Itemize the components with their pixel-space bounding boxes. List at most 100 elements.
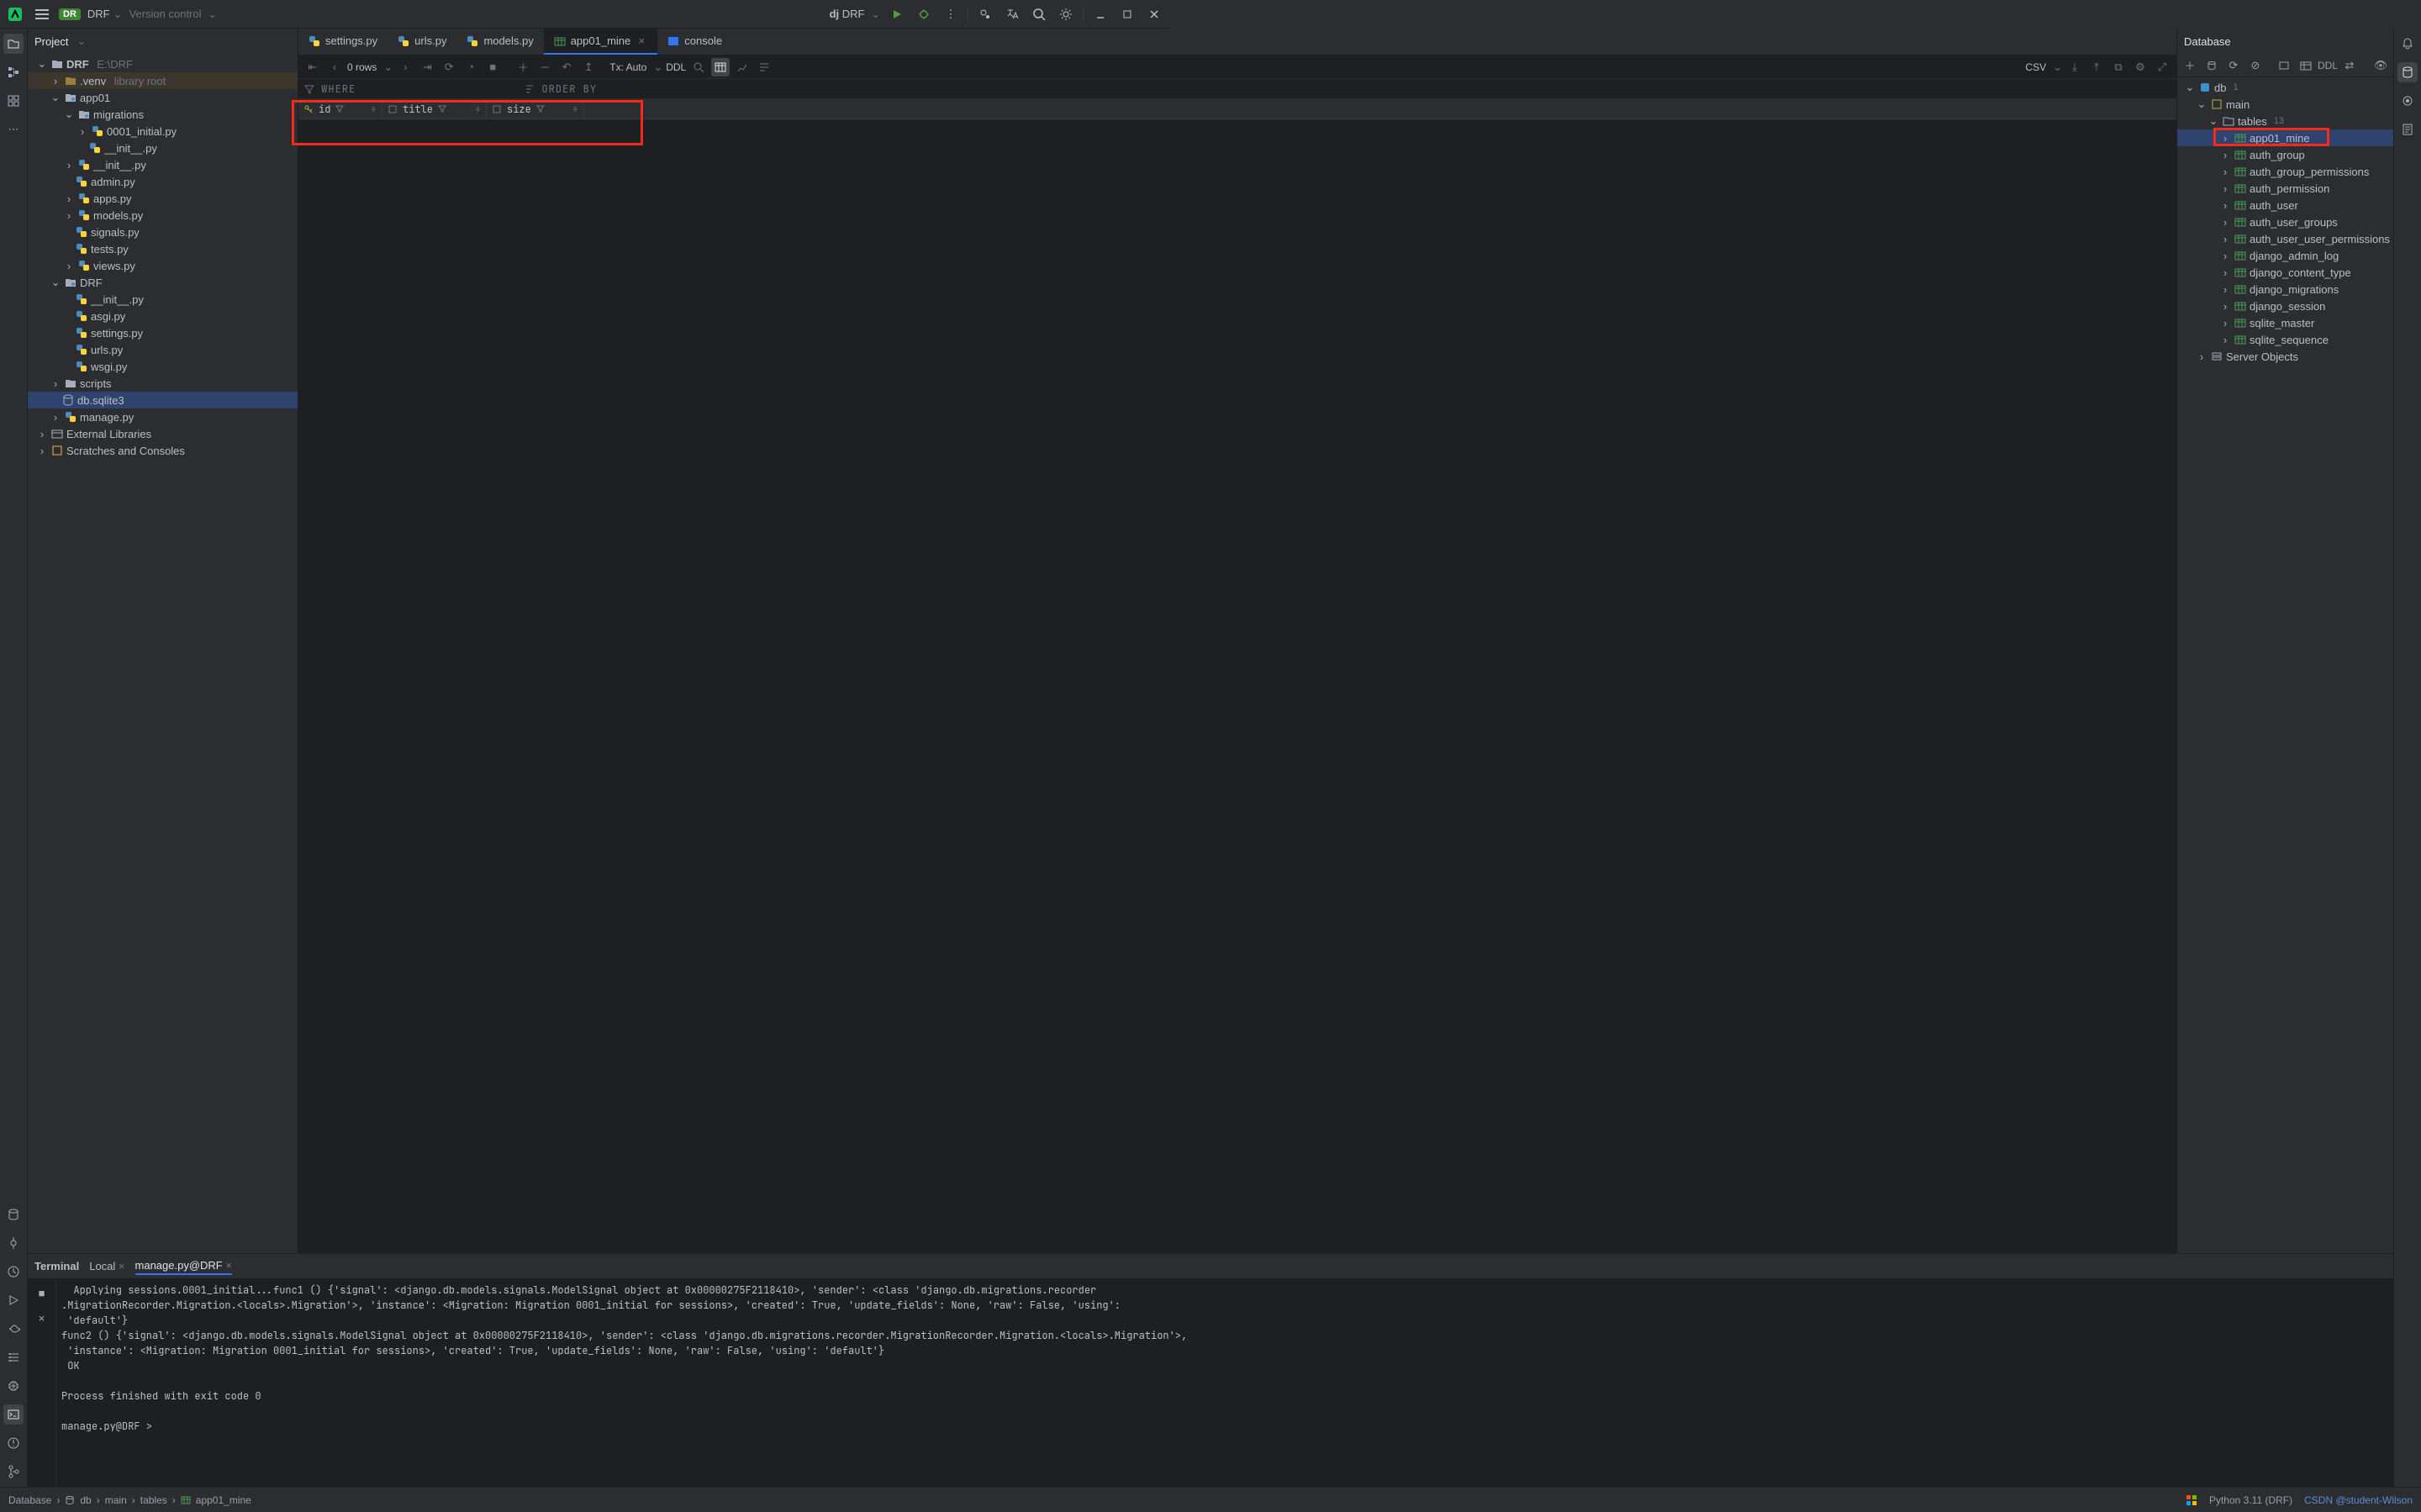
tree-file[interactable]: asgi.py (28, 308, 298, 324)
interpreter-widget[interactable]: Python 3.11 (DRF) (2209, 1494, 2292, 1506)
db-table[interactable]: ›auth_group (2177, 146, 2393, 163)
tree-file[interactable]: tests.py (28, 240, 298, 257)
project-badge[interactable]: DR (59, 8, 81, 20)
db-table[interactable]: ›sqlite_sequence (2177, 331, 2393, 348)
db-table[interactable]: ›auth_user_groups (2177, 213, 2393, 230)
run-config[interactable]: dj DRF ⌄ (830, 8, 880, 21)
more-tools-icon[interactable]: ⋯ (3, 119, 24, 140)
find-icon[interactable] (689, 58, 708, 76)
tree-file[interactable]: settings.py (28, 324, 298, 341)
expand-icon[interactable]: ⤢ (2153, 58, 2171, 76)
tree-file[interactable]: admin.py (28, 173, 298, 190)
add-datasource-icon[interactable]: ＋ (2181, 56, 2199, 75)
main-menu-icon[interactable] (32, 4, 52, 24)
col-size[interactable]: size ÷ (487, 99, 584, 119)
breadcrumb[interactable]: Database› db› main› tables› app01_mine (8, 1494, 251, 1506)
tree-file[interactable]: ›views.py (28, 257, 298, 274)
stop-db-icon[interactable]: ⊘ (2246, 56, 2265, 75)
db-table-app01-mine[interactable]: ›app01_mine (2177, 129, 2393, 146)
stop-icon[interactable]: ■ (483, 58, 502, 76)
tab-models[interactable]: models.py (456, 29, 543, 55)
db-table[interactable]: ›sqlite_master (2177, 314, 2393, 331)
run-icon[interactable] (887, 4, 907, 24)
close-terminal-icon[interactable]: × (32, 1308, 52, 1328)
settings-icon[interactable]: ⚙ (2131, 58, 2149, 76)
close-window-icon[interactable] (1144, 4, 1164, 24)
add-row-icon[interactable]: ＋ (514, 58, 532, 76)
refresh-icon[interactable]: ⟳ (2224, 56, 2243, 75)
tree-scratches[interactable]: ›Scratches and Consoles (28, 442, 298, 459)
endpoints-tool-icon[interactable] (3, 1376, 24, 1396)
close-icon[interactable]: × (636, 35, 647, 47)
python-console-icon[interactable] (3, 1319, 24, 1339)
db-server-objects[interactable]: ›Server Objects (2177, 348, 2393, 365)
sciview-icon[interactable] (2397, 91, 2418, 111)
project-tool-icon[interactable] (3, 34, 24, 54)
tree-file[interactable]: ›0001_initial.py (28, 123, 298, 140)
vcs-widget[interactable]: Version control ⌄ (129, 8, 218, 21)
settings-icon[interactable] (1056, 4, 1076, 24)
bookmarks-tool-icon[interactable] (3, 91, 24, 111)
col-id[interactable]: id ÷ (298, 99, 382, 119)
terminal-tool-icon[interactable] (3, 1404, 24, 1425)
delete-row-icon[interactable]: － (535, 58, 554, 76)
maximize-icon[interactable] (1117, 4, 1137, 24)
filter-db-icon[interactable]: ⇄ (2340, 56, 2359, 75)
tree-scripts[interactable]: ›scripts (28, 375, 298, 392)
search-icon[interactable] (1029, 4, 1049, 24)
tree-migrations[interactable]: ⌄migrations (28, 106, 298, 123)
data-grid-body[interactable] (298, 119, 2176, 1253)
export-icon[interactable]: ⤒ (2087, 58, 2106, 76)
db-table[interactable]: ›auth_group_permissions (2177, 163, 2393, 180)
jump-to-console-icon[interactable] (2275, 56, 2293, 75)
copy-icon[interactable]: ⧉ (2109, 58, 2128, 76)
tab-console[interactable]: console (657, 29, 732, 55)
db-tables-folder[interactable]: ⌄tables13 (2177, 113, 2393, 129)
tree-root[interactable]: ⌄DRF E:\DRF (28, 55, 298, 72)
revert-icon[interactable]: ↶ (557, 58, 576, 76)
tree-app01[interactable]: ⌄app01 (28, 89, 298, 106)
import-icon[interactable]: ⤓ (2065, 58, 2084, 76)
db-table[interactable]: ›auth_permission (2177, 180, 2393, 197)
db-table[interactable]: ›django_migrations (2177, 281, 2393, 298)
tree-venv[interactable]: ›.venv library root (28, 72, 298, 89)
db-ddl-button[interactable]: DDL (2318, 56, 2337, 75)
col-title[interactable]: title ÷ (382, 99, 487, 119)
tab-settings[interactable]: settings.py (298, 29, 388, 55)
table-view-icon[interactable] (711, 58, 730, 76)
filter-icon[interactable] (335, 105, 344, 113)
structure-tool-icon[interactable] (3, 62, 24, 82)
csv-button[interactable]: CSV (2025, 61, 2046, 73)
terminal-title[interactable]: Terminal (34, 1258, 79, 1274)
tree-drf-pkg[interactable]: ⌄DRF (28, 274, 298, 291)
data-filter-bar[interactable]: WHERE ORDER BY (298, 79, 2176, 99)
database-right-icon[interactable] (2397, 62, 2418, 82)
terminal-output[interactable]: Applying sessions.0001_initial...func1 (… (56, 1279, 2393, 1487)
stopwatch-icon[interactable]: ◔ (462, 58, 480, 76)
tree-file[interactable]: wsgi.py (28, 358, 298, 375)
chart-view-icon[interactable] (733, 58, 752, 76)
git-tool-icon[interactable] (3, 1462, 24, 1482)
windows-logo-icon[interactable] (2186, 1494, 2197, 1506)
tree-file[interactable]: __init__.py (28, 140, 298, 156)
show-options-icon[interactable]: 👁 (2371, 56, 2390, 75)
tab-urls[interactable]: urls.py (388, 29, 456, 55)
db-schema[interactable]: ⌄main (2177, 96, 2393, 113)
db-table[interactable]: ›django_admin_log (2177, 247, 2393, 264)
duplicate-icon[interactable] (2202, 56, 2221, 75)
tree-file[interactable]: urls.py (28, 341, 298, 358)
last-page-icon[interactable]: ⇥ (418, 58, 436, 76)
project-name[interactable]: DRF⌄ (87, 8, 123, 21)
problems-tool-icon[interactable] (3, 1433, 24, 1453)
stop-icon[interactable]: ■ (32, 1283, 52, 1303)
filter-icon[interactable] (536, 105, 545, 113)
commit-tool-icon[interactable] (3, 1233, 24, 1253)
tree-file[interactable]: __init__.py (28, 291, 298, 308)
commit-icon[interactable]: ↥ (579, 58, 598, 76)
tree-file[interactable]: signals.py (28, 224, 298, 240)
next-page-icon[interactable]: › (396, 58, 414, 76)
terminal-tab-local[interactable]: Local × (89, 1258, 124, 1274)
db-datasource[interactable]: ⌄db1 (2177, 79, 2393, 96)
clock-tool-icon[interactable] (3, 1262, 24, 1282)
tx-mode[interactable]: Tx: Auto (609, 61, 646, 73)
